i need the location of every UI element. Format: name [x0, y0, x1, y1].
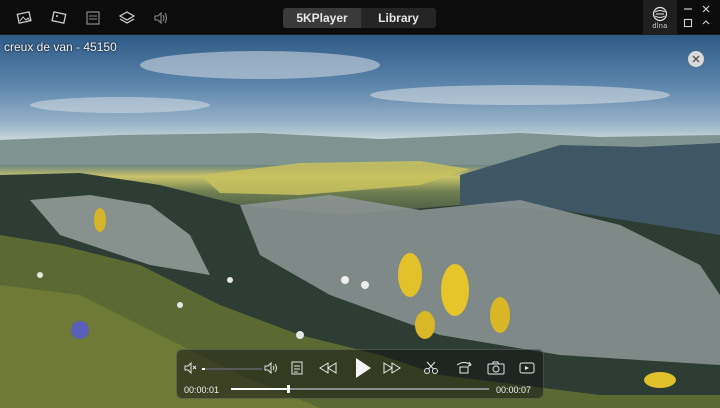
close-video-button[interactable]	[688, 51, 704, 67]
list-icon	[86, 11, 100, 25]
main-tabs: 5KPlayer Library	[283, 8, 436, 28]
cut-button[interactable]	[421, 359, 441, 377]
volume-icon	[264, 362, 277, 374]
layers-button[interactable]	[110, 6, 144, 30]
playback-controls: 00:00:01 00:00:07	[176, 349, 544, 399]
fast-forward-button[interactable]	[381, 359, 403, 377]
list-button[interactable]	[76, 6, 110, 30]
rotate-button[interactable]	[453, 358, 475, 376]
airplay-audio-button[interactable]	[144, 6, 178, 30]
playlist-icon	[291, 361, 303, 375]
mute-button[interactable]	[183, 360, 199, 376]
minimize-icon	[684, 8, 692, 10]
dlna-icon	[652, 6, 668, 21]
dlna-button[interactable]: dlna	[643, 0, 677, 35]
picture-button[interactable]	[42, 6, 76, 30]
play-icon	[356, 358, 371, 378]
minimize-button[interactable]	[682, 4, 694, 14]
current-time: 00:00:01	[184, 385, 220, 395]
speed-icon	[519, 362, 535, 374]
speed-button[interactable]	[517, 359, 537, 377]
layers-icon	[118, 11, 136, 24]
snapshot-button[interactable]	[485, 359, 507, 377]
volume-fill	[202, 368, 205, 370]
scissors-icon	[424, 361, 438, 374]
window-controls	[682, 4, 716, 28]
camera-icon	[487, 361, 505, 375]
toolbar	[8, 6, 178, 30]
photo-icon	[16, 11, 32, 24]
video-title: creux de van - 45150	[4, 40, 117, 54]
close-icon	[702, 5, 710, 13]
maximize-icon	[683, 18, 693, 28]
volume-slider[interactable]	[202, 368, 262, 370]
playlist-button[interactable]	[289, 360, 305, 376]
photo-button[interactable]	[8, 6, 42, 30]
close-icon	[692, 55, 700, 63]
tab-5kplayer[interactable]: 5KPlayer	[283, 8, 361, 28]
pin-button[interactable]	[700, 18, 712, 28]
fast-forward-icon	[383, 362, 401, 374]
close-window-button[interactable]	[700, 4, 712, 14]
picture-icon	[51, 11, 67, 24]
volume-button[interactable]	[263, 360, 281, 376]
rewind-icon	[319, 362, 337, 374]
duration: 00:00:07	[496, 385, 532, 395]
maximize-button[interactable]	[682, 18, 694, 28]
rotate-icon	[456, 361, 472, 374]
tab-library[interactable]: Library	[361, 8, 436, 28]
airplay-audio-icon	[154, 11, 168, 25]
title-bar: 5KPlayer Library dlna	[0, 0, 720, 35]
rewind-button[interactable]	[317, 359, 339, 377]
pin-icon	[702, 20, 710, 25]
volume-mute-icon	[184, 362, 197, 374]
seek-handle[interactable]	[286, 385, 290, 393]
seek-progress	[231, 388, 288, 390]
dlna-label: dlna	[652, 22, 668, 30]
play-button[interactable]	[351, 355, 375, 381]
seek-bar[interactable]	[231, 385, 489, 393]
